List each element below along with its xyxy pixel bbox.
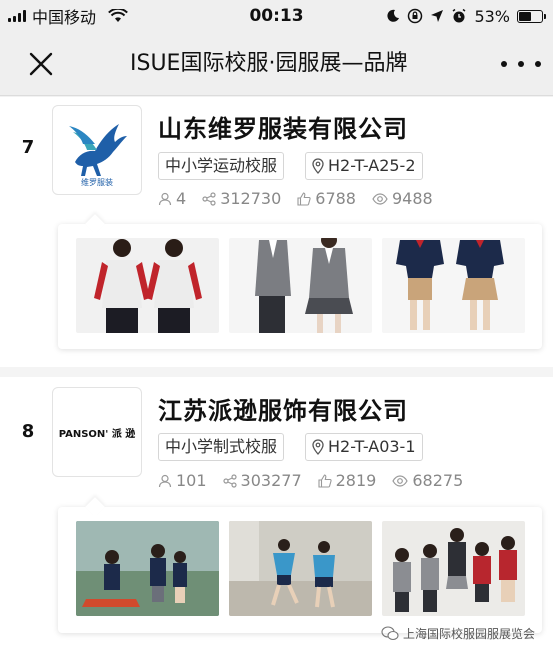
wifi-icon [108,9,128,22]
person-icon [158,192,172,205]
battery-percent: 53% [474,6,510,26]
more-icon-dot [501,61,507,67]
share-count: 303277 [240,471,302,490]
photo-gallery [58,507,542,633]
eye-icon [372,192,388,205]
stats-row: 101 303277 2819 68275 [158,471,479,490]
uniform-photo[interactable] [76,521,219,616]
like-count: 2819 [335,471,377,490]
like-count: 6788 [315,189,356,208]
moon-icon [387,9,400,22]
view-stat: 68275 [392,471,463,490]
uniform-photo[interactable] [229,521,372,616]
company-name: 江苏派逊服饰有限公司 [158,397,408,425]
view-count: 9488 [391,189,433,208]
share-count: 312730 [220,189,282,208]
section-divider [0,367,553,377]
uniform-photo[interactable] [382,521,525,616]
nav-bar: ISUE国际校服·园服展—品牌 [0,32,553,96]
list-item[interactable]: 7 维罗服装 山东维罗服装有限公司 中小学运动校服 H2-T-A25-2 4 3… [0,97,553,367]
rank-number: 8 [21,421,35,442]
booth-label: H2-T-A25-2 [328,156,416,175]
lock-rotation-icon [408,8,423,24]
watermark-text: 上海国际校服园服展览会 [402,627,535,641]
like-stat: 6788 [297,189,356,208]
company-logo: 维罗服装 [52,105,142,195]
share-icon [222,473,237,488]
person-icon [158,474,172,487]
people-count: 101 [176,471,207,490]
booth-tag: H2-T-A25-2 [305,152,423,180]
view-stat: 9488 [372,189,433,208]
close-button[interactable] [16,39,66,89]
category-tag: 中小学运动校服 [158,152,285,180]
thumbs-up-icon [318,473,332,488]
rank-number: 7 [21,137,35,158]
location-pin-icon [312,158,324,174]
uniform-photo[interactable] [382,238,525,333]
eye-icon [392,474,409,487]
logo-text: PANSON' 派 逊 [58,428,136,440]
location-pin-icon [312,439,324,455]
category-label: 中小学制式校服 [165,437,278,456]
people-count: 4 [176,189,187,208]
carrier-label: 中国移动 [32,8,97,27]
share-stat: 312730 [202,189,281,208]
stats-row: 4 312730 6788 9488 [158,189,449,208]
close-icon [29,52,53,75]
category-tag: 中小学制式校服 [158,433,285,461]
signal-icon [8,10,26,22]
category-label: 中小学运动校服 [165,156,278,175]
logo-text: 维罗服装 [81,178,113,187]
uniform-photo[interactable] [229,238,372,333]
more-icon-dot [518,61,524,67]
share-icon [202,191,216,206]
more-button[interactable] [501,52,541,76]
view-count: 68275 [412,471,464,490]
people-stat: 101 [158,471,207,490]
booth-label: H2-T-A03-1 [328,437,416,456]
uniform-photo[interactable] [76,238,219,333]
company-logo: PANSON' 派 逊 [52,387,142,477]
page-title: ISUE国际校服·园服展—品牌 [130,51,408,76]
photo-gallery [58,224,542,349]
ranking-list: 7 维罗服装 山东维罗服装有限公司 中小学运动校服 H2-T-A25-2 4 3… [0,97,553,658]
watermark: 上海国际校服园服展览会 [381,625,535,642]
people-stat: 4 [158,189,186,208]
battery-icon [517,9,546,23]
alarm-icon [452,8,466,23]
company-name: 山东维罗服装有限公司 [158,115,408,143]
share-stat: 303277 [222,471,302,490]
more-icon-dot [535,61,541,67]
booth-tag: H2-T-A03-1 [305,433,423,461]
like-stat: 2819 [318,471,377,490]
wechat-icon [381,626,399,641]
thumbs-up-icon [297,191,311,206]
location-arrow-icon [431,10,444,22]
status-bar: 中国移动 00:13 53% [0,0,553,32]
list-item[interactable]: 8 PANSON' 派 逊 江苏派逊服饰有限公司 中小学制式校服 H2-T-A0… [0,377,553,658]
